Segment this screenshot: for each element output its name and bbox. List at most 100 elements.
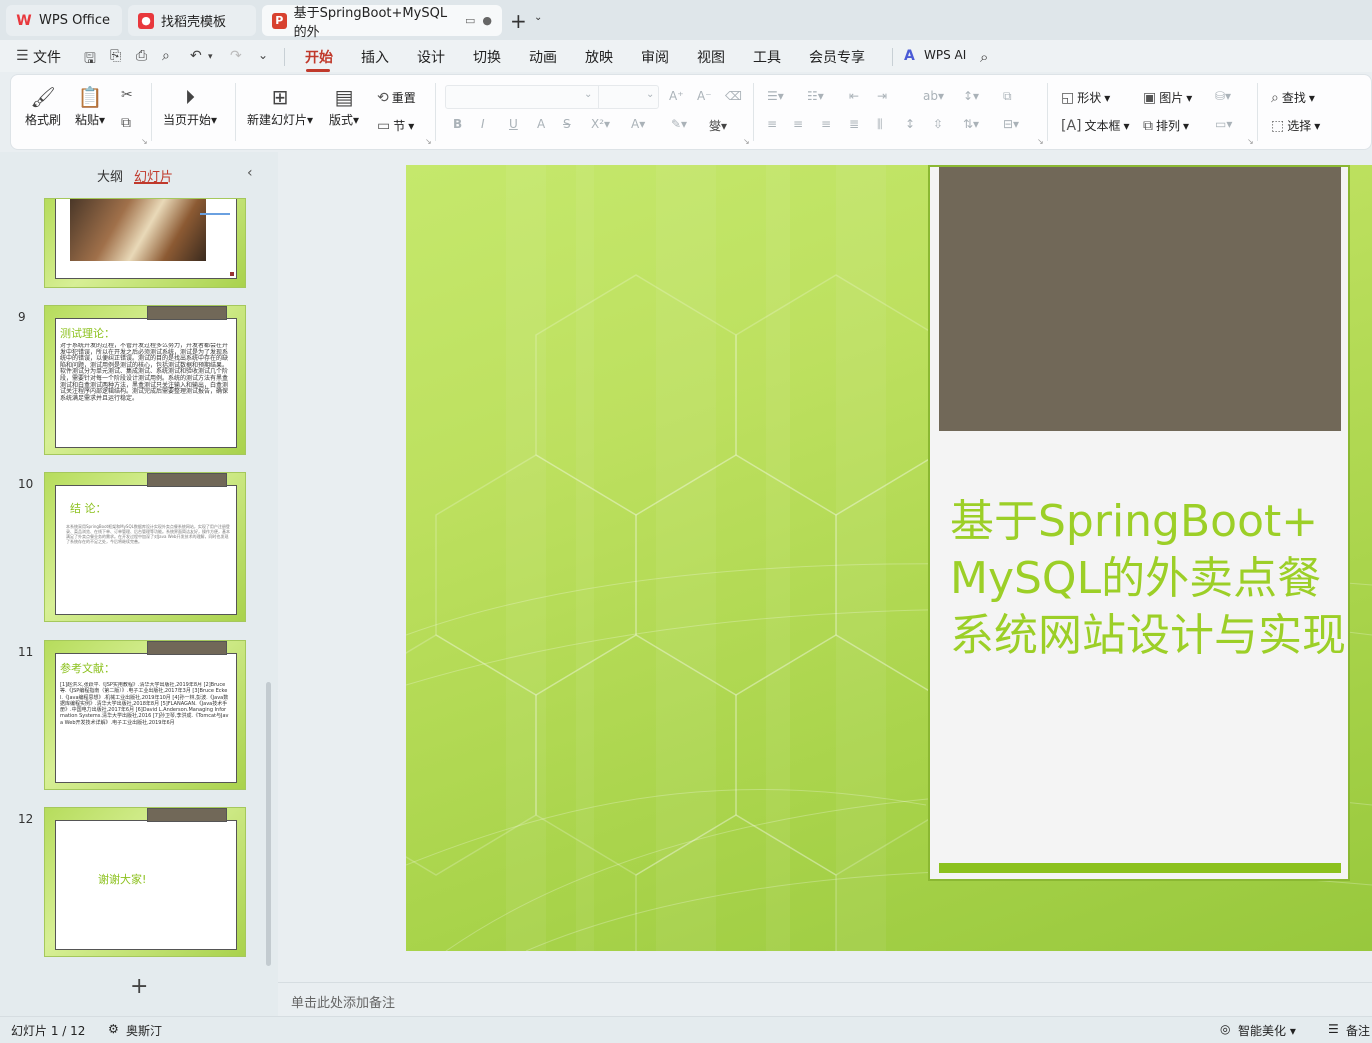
menu-review[interactable]: 审阅 <box>641 47 669 67</box>
superscript-icon[interactable]: X²▾ <box>591 117 610 131</box>
notes-area[interactable]: 单击此处添加备注 <box>278 982 1372 1016</box>
line-spacing-icon[interactable]: ↕ <box>905 117 915 131</box>
more-chevron-icon[interactable]: ⌄ <box>258 48 268 62</box>
outline-color-icon[interactable]: ▭▾ <box>1215 117 1232 131</box>
decrease-font-icon[interactable]: A⁻ <box>697 89 712 103</box>
print-preview-icon[interactable]: ⌕ <box>162 48 170 64</box>
font-launcher-icon[interactable]: ↘ <box>743 137 750 146</box>
play-from-current-button[interactable]: ⏵ 当页开始▾ <box>163 83 217 128</box>
justify-icon[interactable]: ≣ <box>849 117 859 131</box>
menu-transitions[interactable]: 切换 <box>473 47 501 67</box>
cut-button[interactable]: ✂ <box>121 87 133 103</box>
select-button[interactable]: ⬚ 选择 ▾ <box>1271 117 1320 134</box>
strikethrough-icon[interactable]: S <box>563 117 571 131</box>
new-slide-button[interactable]: ⊞ 新建幻灯片▾ <box>247 83 313 128</box>
text-shadow-icon[interactable]: A <box>537 117 545 131</box>
slide-thumbnail-12[interactable]: 谢谢大家! <box>44 807 246 957</box>
decrease-indent-icon[interactable]: ⇤ <box>849 89 859 103</box>
image-placeholder[interactable] <box>939 167 1341 431</box>
smart-beautify-button[interactable]: 智能美化 ▾ <box>1238 1022 1296 1039</box>
menu-wps-ai[interactable]: WPS AI <box>924 48 966 62</box>
slide-title[interactable]: 基于SpringBoot+MySQL的外卖点餐系统网站设计与实现 <box>950 493 1346 664</box>
layout-button[interactable]: ▤ 版式▾ <box>329 83 359 128</box>
thumbnail-body <box>55 199 237 279</box>
highlight-icon[interactable]: ✎▾ <box>671 117 687 131</box>
slides-launcher-icon[interactable]: ↘ <box>425 137 432 146</box>
slide-thumbnail-10[interactable]: 结 论： 本系统采用SpringBoot框架和MySQL数据库设计实现外卖点餐系… <box>44 472 246 622</box>
new-tab-plus-icon[interactable]: + <box>510 9 527 33</box>
shape-button[interactable]: ◱ 形状 ▾ <box>1061 89 1110 106</box>
save-icon[interactable]: 🖫 <box>84 48 96 72</box>
font-color-icon[interactable]: A▾ <box>631 117 645 131</box>
paste-button[interactable]: 📋 粘贴▾ <box>75 83 105 128</box>
increase-font-icon[interactable]: A⁺ <box>669 89 684 103</box>
hamburger-icon[interactable]: ☰ <box>16 48 29 64</box>
font-family-select[interactable]: ⌄ ⌄ <box>445 85 659 109</box>
menu-member[interactable]: 会员专享 <box>809 47 865 67</box>
sort-icon[interactable]: ↕▾ <box>963 89 979 103</box>
numbering-icon[interactable]: ☷▾ <box>807 89 824 103</box>
text-direction-icon[interactable]: ab▾ <box>923 89 944 103</box>
bullets-icon[interactable]: ☰▾ <box>767 89 784 103</box>
align-center-icon[interactable]: ≡ <box>793 117 803 131</box>
tab-outline[interactable]: 大纲 <box>97 166 123 185</box>
theme-name[interactable]: 奥斯汀 <box>126 1022 162 1039</box>
panel-scrollbar[interactable] <box>266 682 271 966</box>
clear-format-icon[interactable]: ⌫ <box>725 89 742 103</box>
textbox-button[interactable]: [A] 文本框 ▾ <box>1061 117 1130 134</box>
collapse-panel-icon[interactable]: ‹ <box>247 165 253 181</box>
section-button[interactable]: ▭ 节 ▾ <box>377 117 414 134</box>
menu-view[interactable]: 视图 <box>697 47 725 67</box>
menu-animations[interactable]: 动画 <box>529 47 557 67</box>
menu-tools[interactable]: 工具 <box>753 47 781 67</box>
increase-indent-icon[interactable]: ⇥ <box>877 89 887 103</box>
chevron-down-icon[interactable]: ⌄ <box>534 12 542 23</box>
notes-placeholder[interactable]: 单击此处添加备注 <box>291 992 395 1011</box>
menu-design[interactable]: 设计 <box>417 47 445 67</box>
arrange-button[interactable]: ⧉ 排列 ▾ <box>1143 117 1189 134</box>
title-placeholder[interactable]: 基于SpringBoot+MySQL的外卖点餐系统网站设计与实现 <box>928 165 1350 881</box>
paragraph-launcher-icon[interactable]: ↘ <box>1037 137 1044 146</box>
italic-icon[interactable]: I <box>481 117 485 131</box>
menu-file[interactable]: 文件 <box>33 47 61 67</box>
align-left-icon[interactable]: ≡ <box>767 117 777 131</box>
menu-slideshow[interactable]: 放映 <box>585 47 613 67</box>
reset-button[interactable]: ⟲ 重置 <box>377 89 416 106</box>
undo-icon[interactable]: ↶ <box>190 48 202 64</box>
print-icon[interactable]: ⎙ <box>136 48 147 64</box>
font-size-chevron-icon[interactable]: ⌄ <box>646 89 654 100</box>
format-painter-button[interactable]: 🖌 格式刷 <box>25 83 61 128</box>
tab-wps-office[interactable]: W WPS Office <box>6 5 122 36</box>
menu-home[interactable]: 开始 <box>305 47 333 67</box>
redo-icon[interactable]: ↷ <box>230 48 242 64</box>
underline-icon[interactable]: U <box>509 117 518 131</box>
copy-button[interactable]: ⧉ <box>121 115 131 131</box>
align-right-icon[interactable]: ≡ <box>821 117 831 131</box>
export-icon[interactable]: ⎘ <box>110 48 121 64</box>
thumbnail-title: 参考文献： <box>60 662 115 675</box>
phonetic-guide-icon[interactable]: 燮▾ <box>709 117 727 134</box>
paragraph-spacing-icon[interactable]: ⇳ <box>933 117 943 131</box>
undo-dropdown-icon[interactable]: ▾ <box>208 52 213 62</box>
current-slide[interactable]: 基于SpringBoot+MySQL的外卖点餐系统网站设计与实现 <box>406 165 1372 951</box>
tab-current-document[interactable]: P 基于SpringBoot+MySQL的外 ▭ ● <box>262 5 502 40</box>
tab-docer-templates[interactable]: ● 找稻壳模板 <box>128 5 256 36</box>
columns-icon[interactable]: ⊟▾ <box>1003 117 1019 131</box>
bold-icon[interactable]: B <box>453 117 462 131</box>
menu-insert[interactable]: 插入 <box>361 47 389 67</box>
slide-thumbnail-9[interactable]: 测试理论： 对于系统开发的过程，不管开发过程多么努力，开发者都会在开发中犯错误，… <box>44 305 246 455</box>
smartart-icon[interactable]: ⧉ <box>1003 89 1012 104</box>
add-slide-plus-icon[interactable]: + <box>130 974 148 999</box>
notes-toggle-button[interactable]: 备注 <box>1346 1022 1370 1039</box>
fill-color-icon[interactable]: ⛁▾ <box>1215 89 1231 103</box>
drawing-launcher-icon[interactable]: ↘ <box>1247 137 1254 146</box>
unsaved-dot-icon[interactable]: ● <box>482 14 492 27</box>
slide-thumbnail-8[interactable] <box>44 198 246 288</box>
clipboard-launcher-icon[interactable]: ↘ <box>141 137 148 146</box>
picture-button[interactable]: ▣ 图片 ▾ <box>1143 89 1192 106</box>
find-button[interactable]: ⌕ 查找 ▾ <box>1271 89 1315 106</box>
distribute-icon[interactable]: ⫼ <box>877 117 883 132</box>
slide-thumbnail-11[interactable]: 参考文献： [1]赵洪义,张跃平.《JSP实用教程》.清华大学出版社,2019年… <box>44 640 246 790</box>
vertical-align-icon[interactable]: ⇅▾ <box>963 117 979 131</box>
search-icon[interactable]: ⌕ <box>980 48 988 66</box>
